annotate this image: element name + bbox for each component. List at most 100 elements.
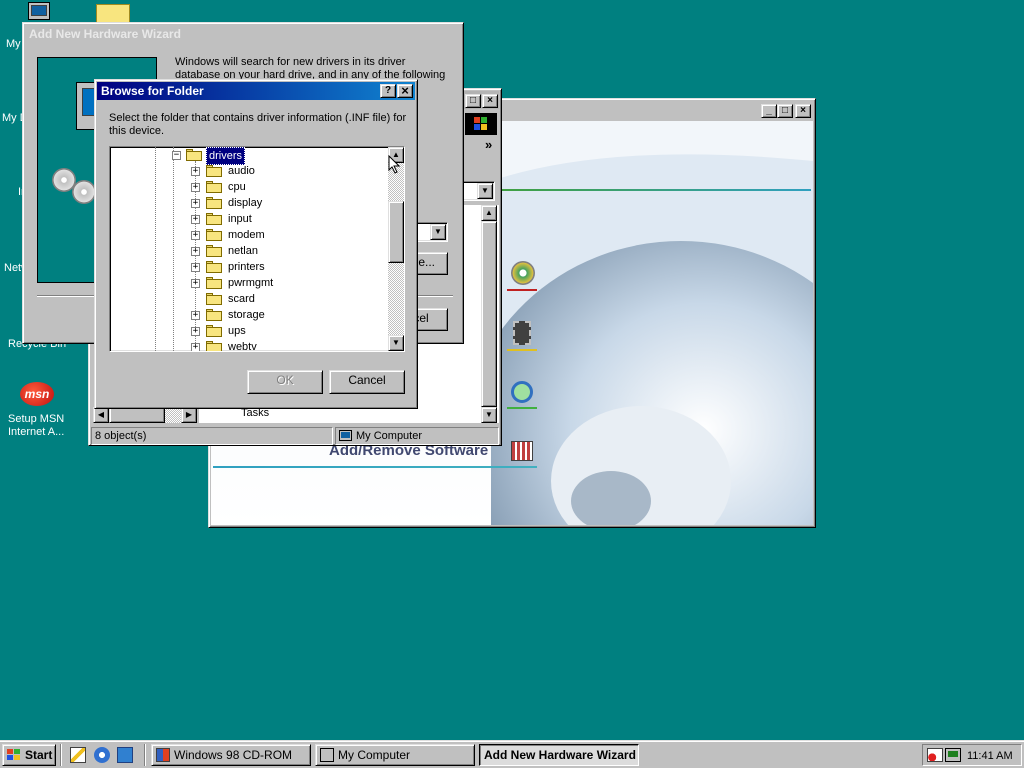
scroll-thumb[interactable]	[388, 201, 404, 263]
tree-item-label: netlan	[228, 245, 258, 257]
scroll-down-button[interactable]: ▼	[388, 335, 404, 351]
desktop-icon-internet-explorer[interactable]: Internet Explorer	[2, 186, 24, 216]
expand-icon[interactable]: +	[191, 167, 200, 176]
scroll-right-button[interactable]: ▶	[181, 407, 197, 423]
expand-icon[interactable]: +	[191, 279, 200, 288]
maximize-button[interactable]: □	[465, 94, 481, 108]
help-button[interactable]: ?	[380, 84, 396, 98]
folder-icon	[206, 261, 222, 273]
system-tray: 11:41 AM	[922, 744, 1022, 766]
task-windows98-cdrom[interactable]: Windows 98 CD-ROM	[151, 744, 311, 766]
open-folder-icon	[186, 149, 202, 161]
desktop-icon-my-documents-label-wrap[interactable]: My Documents	[2, 112, 22, 128]
tree-line	[173, 147, 174, 351]
folder-tree[interactable]: − drivers + audio + cpu + display + input + modem…	[109, 146, 405, 352]
my-computer-icon	[320, 748, 334, 762]
status-location: My Computer	[335, 427, 499, 445]
expand-icon[interactable]: +	[191, 343, 200, 351]
tree-item-label: pwrmgmt	[228, 277, 274, 289]
divider-yellow	[507, 349, 537, 351]
tree-item-label: display	[228, 197, 263, 209]
cdrom-divider-bottom	[213, 466, 537, 468]
maximize-button[interactable]: □	[777, 104, 793, 118]
address-dropdown[interactable]: ▼	[459, 181, 495, 201]
expand-icon[interactable]: +	[191, 199, 200, 208]
close-button[interactable]: ×	[795, 104, 811, 118]
tree-line	[155, 147, 156, 351]
add-remove-icon[interactable]	[511, 441, 533, 461]
dropdown-arrow-icon[interactable]: ▼	[477, 183, 493, 199]
explorer-vscroll[interactable]: ▲ ▼	[481, 205, 497, 423]
task-add-hardware-wizard[interactable]: Add New Hardware Wizard	[479, 744, 639, 766]
cd-icon[interactable]	[511, 261, 535, 285]
folder-icon	[206, 293, 222, 305]
folder-icon	[206, 309, 222, 321]
close-button[interactable]: ×	[482, 94, 498, 108]
wizard-titlebar[interactable]: Add New Hardware Wizard	[25, 25, 461, 43]
folder-icon	[206, 229, 222, 241]
magnifier-cd-icon[interactable]	[511, 381, 533, 403]
expand-icon[interactable]: +	[191, 263, 200, 272]
cancel-button-label: Cancel	[348, 373, 386, 387]
status-count: 8 object(s)	[91, 427, 333, 445]
tree-item-label: printers	[228, 261, 265, 273]
browse-folder-dialog[interactable]: Browse for Folder ? × Select the folder …	[94, 79, 418, 409]
folder-icon	[206, 277, 222, 289]
folder-icon	[206, 213, 222, 225]
tree-item-label: webtv	[228, 341, 257, 352]
internet-explorer-icon[interactable]	[94, 747, 110, 763]
cdrom-divider-top	[501, 189, 811, 191]
tree-item-label: input	[228, 213, 252, 225]
tree-item-label: ups	[228, 325, 246, 337]
cancel-button[interactable]: Cancel	[329, 370, 405, 394]
status-count-text: 8 object(s)	[95, 430, 147, 442]
dropdown-arrow-icon[interactable]: ▼	[430, 224, 446, 240]
hscroll-thumb[interactable]	[109, 407, 165, 423]
toolbar-chevron[interactable]: »	[485, 137, 492, 152]
clock[interactable]: 11:41 AM	[967, 748, 1013, 764]
desktop-icon-label: Internet Explorer	[18, 186, 24, 198]
scheduler-icon[interactable]	[927, 748, 943, 762]
desktop-icon-network-neighborhood[interactable]: Network Neighborhood	[2, 262, 24, 292]
display-settings-icon[interactable]	[945, 748, 961, 762]
ok-button-label: OK	[276, 373, 294, 387]
expand-icon[interactable]: +	[191, 247, 200, 256]
collapse-icon[interactable]: −	[172, 151, 181, 160]
scroll-up-button[interactable]: ▲	[481, 205, 497, 221]
expand-icon[interactable]: +	[191, 327, 200, 336]
tree-item-label: cpu	[228, 181, 246, 193]
ok-button[interactable]: OK	[247, 370, 323, 394]
minimize-button[interactable]: _	[761, 104, 777, 118]
folder-icon	[96, 4, 130, 24]
windows-logo-icon	[465, 113, 497, 135]
desktop-icon-label: Setup MSN Internet A...	[8, 413, 65, 438]
cdrom-window-icon	[156, 748, 170, 762]
folder-icon	[206, 325, 222, 337]
show-desktop-icon[interactable]	[70, 747, 86, 763]
task-label: Windows 98 CD-ROM	[174, 748, 293, 762]
task-label: Add New Hardware Wizard	[484, 748, 636, 762]
browse-dialog-titlebar[interactable]: Browse for Folder	[97, 82, 415, 100]
scroll-thumb[interactable]	[481, 221, 497, 407]
desktop-icon-setup-msn[interactable]: msn Setup MSN Internet A...	[2, 380, 82, 442]
explorer-hscroll[interactable]: ◀ ▶	[93, 407, 197, 423]
expand-icon[interactable]: +	[191, 183, 200, 192]
close-button[interactable]: ×	[397, 84, 413, 98]
folder-icon	[206, 181, 222, 193]
taskbar-separator	[60, 744, 62, 766]
expand-icon[interactable]: +	[191, 231, 200, 240]
wizard-dropdown[interactable]: ▼	[416, 222, 448, 242]
tree-vscroll[interactable]: ▲ ▼	[388, 147, 404, 351]
start-button[interactable]: Start	[2, 744, 56, 766]
scroll-left-button[interactable]: ◀	[93, 407, 109, 423]
tree-item-label: scard	[228, 293, 255, 305]
task-my-computer[interactable]: My Computer	[315, 744, 475, 766]
film-icon[interactable]	[513, 321, 531, 345]
browse-dialog-title: Browse for Folder	[101, 84, 204, 98]
scroll-down-button[interactable]: ▼	[481, 407, 497, 423]
cd-disc-graphic	[491, 121, 813, 525]
expand-icon[interactable]: +	[191, 311, 200, 320]
expand-icon[interactable]: +	[191, 215, 200, 224]
disc-icon	[72, 180, 96, 204]
outlook-express-icon[interactable]	[117, 747, 133, 763]
